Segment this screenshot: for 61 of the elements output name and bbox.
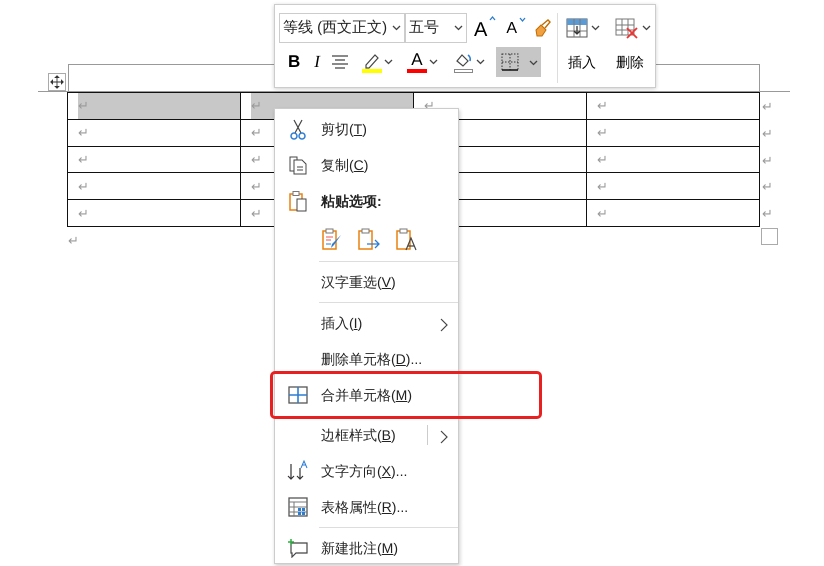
caret-icon: [642, 25, 652, 31]
paste-text-only-icon[interactable]: [395, 227, 419, 251]
table-resize-handle-icon[interactable]: [761, 228, 778, 245]
row-end-mark: ↵: [762, 205, 773, 224]
menu-item[interactable]: 合并单元格(M): [275, 377, 458, 413]
font-name-dropdown[interactable]: 等线 (西文正文): [279, 13, 405, 43]
delete-button[interactable]: 删除: [610, 47, 650, 77]
borders-button[interactable]: [496, 47, 541, 77]
grow-font-button[interactable]: A: [471, 13, 500, 43]
insert-button[interactable]: 插入: [562, 47, 602, 77]
caret-icon: [428, 59, 438, 65]
paragraph-mark: ↵: [68, 200, 240, 226]
paragraph-mark: ↵: [68, 146, 240, 173]
table-icon: [288, 386, 308, 404]
bold-button[interactable]: B: [285, 47, 304, 77]
row-end-mark: ↵: [762, 98, 773, 116]
scissors-icon: [289, 118, 307, 140]
paste-keep-formatting-icon[interactable]: [321, 227, 343, 251]
text-direction-icon: [287, 460, 309, 482]
table-properties-icon: [288, 497, 308, 517]
paragraph-mark: ↵: [68, 92, 240, 120]
font-color-button[interactable]: A: [404, 47, 441, 77]
paste-merge-formatting-icon[interactable]: [357, 227, 381, 251]
copy-icon: [288, 155, 308, 175]
caret-up-icon: [489, 15, 496, 21]
clipboard-icon: [288, 190, 308, 212]
menu-item[interactable]: 文字方向(X)...: [275, 453, 458, 489]
caret-icon: [476, 59, 485, 65]
center-align-icon[interactable]: [330, 54, 349, 70]
borders-icon: [498, 51, 521, 73]
row-end-mark: ↵: [762, 152, 773, 170]
format-painter-icon[interactable]: [533, 18, 554, 38]
menu-item[interactable]: 插入(I): [275, 305, 458, 341]
row-end-mark: ↵: [762, 124, 773, 143]
paragraph-mark: ↵: [68, 119, 240, 146]
paragraph-mark: ↵: [68, 172, 240, 200]
caret-icon: [591, 25, 600, 31]
row-end-mark: ↵: [762, 178, 773, 196]
paragraph-mark: ↵: [586, 146, 760, 173]
font-size-dropdown[interactable]: 五号: [405, 13, 467, 43]
paragraph-mark: ↵: [586, 200, 760, 226]
italic-button[interactable]: I: [311, 47, 323, 77]
insert-rows-icon: [565, 17, 590, 39]
menu-item[interactable]: 新建批注(M): [275, 530, 458, 566]
caret-icon: [528, 60, 538, 66]
caret-down-icon: [519, 17, 526, 23]
table-move-handle-icon[interactable]: [48, 73, 66, 91]
paragraph-mark: ↵: [586, 92, 760, 120]
paragraph-mark: ↵: [68, 232, 79, 250]
menu-item[interactable]: 边框样式(B): [275, 417, 458, 453]
caret-icon: [392, 25, 401, 31]
caret-icon: [454, 25, 463, 31]
delete-table-icon: [614, 17, 640, 39]
menu-item[interactable]: 删除单元格(D)...: [275, 341, 458, 377]
menu-item[interactable]: 表格属性(R)...: [275, 489, 458, 525]
paragraph-mark: ↵: [586, 119, 760, 146]
caret-icon: [384, 59, 393, 65]
paragraph-mark: ↵: [586, 172, 760, 200]
new-comment-icon: [287, 538, 309, 558]
shrink-font-button[interactable]: A: [503, 13, 530, 43]
menu-item[interactable]: 汉字重选(V): [275, 264, 458, 300]
